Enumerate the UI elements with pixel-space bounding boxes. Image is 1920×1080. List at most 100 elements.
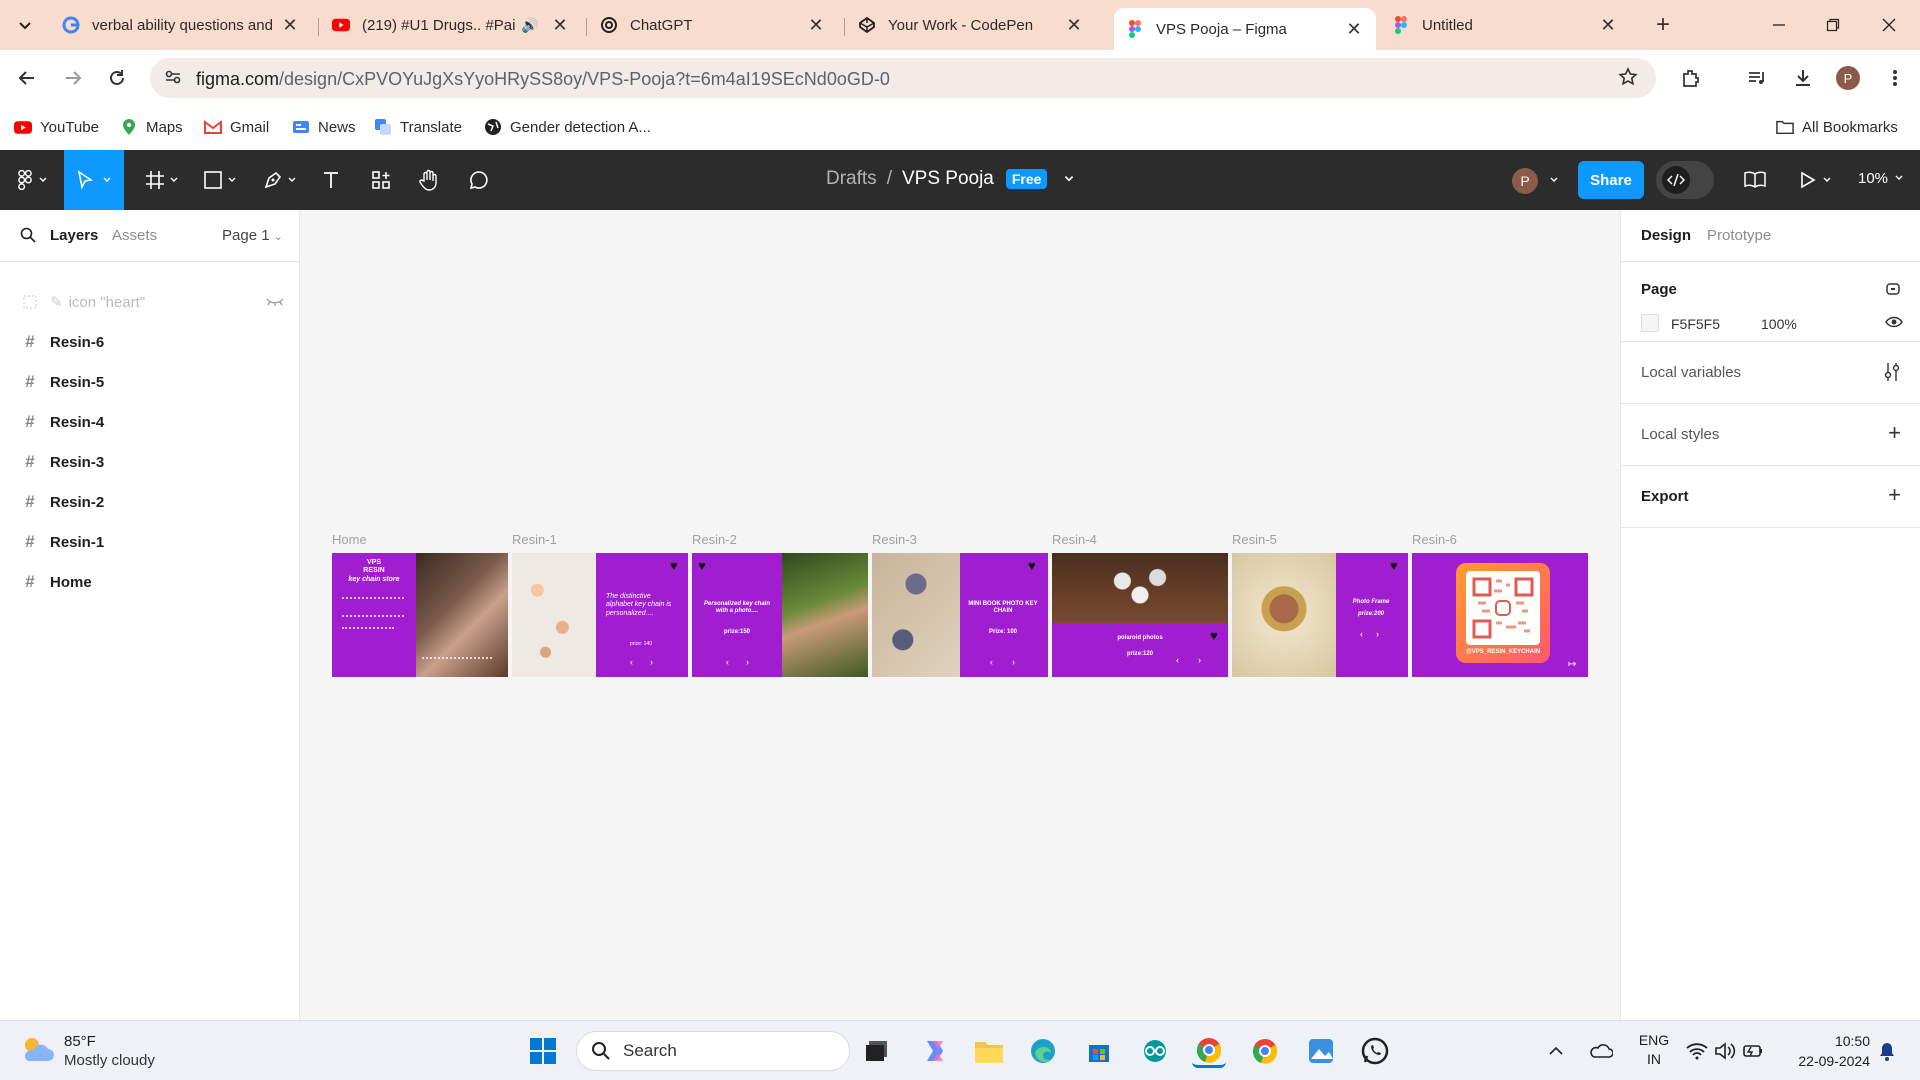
microsoft-store-icon[interactable] bbox=[1082, 1034, 1116, 1068]
page-styles-icon[interactable] bbox=[1883, 280, 1903, 298]
minimize-icon[interactable] bbox=[1764, 10, 1794, 40]
local-variables-section[interactable]: Local variables bbox=[1621, 342, 1920, 404]
breadcrumb-drafts[interactable]: Drafts bbox=[826, 168, 877, 190]
bookmark-youtube[interactable]: YouTube bbox=[14, 116, 99, 138]
volume-icon[interactable] bbox=[1712, 1034, 1738, 1068]
frame-label-resin-1[interactable]: Resin-1 bbox=[512, 532, 557, 547]
frame-resin-3[interactable]: ♥ MINI BOOK PHOTO KEY CHAIN Prize: 100 ‹… bbox=[872, 553, 1048, 677]
user-avatar[interactable]: P bbox=[1512, 168, 1538, 194]
battery-icon[interactable] bbox=[1740, 1034, 1766, 1068]
arrow-right-icon[interactable]: › bbox=[650, 657, 653, 667]
chrome-profile-p-icon[interactable] bbox=[1192, 1034, 1226, 1068]
comment-tool-button[interactable] bbox=[464, 160, 494, 200]
extensions-icon[interactable] bbox=[1676, 63, 1706, 93]
frame-resin-2[interactable]: ♥ Personalized key chain with a photo...… bbox=[692, 553, 868, 677]
present-button[interactable] bbox=[1796, 160, 1836, 200]
tab-verbal-ability[interactable]: verbal ability questions and ✕ bbox=[50, 8, 312, 42]
url-text[interactable]: figma.com/design/CxPVOYuJgXsYyoHRySS8oy/… bbox=[196, 69, 890, 90]
frame-resin-4[interactable]: ♥ polaroid photos prize:120 ‹ › bbox=[1052, 553, 1228, 677]
plus-icon[interactable]: + bbox=[1888, 484, 1901, 506]
close-icon[interactable]: ✕ bbox=[1598, 15, 1618, 35]
share-button[interactable]: Share bbox=[1578, 161, 1644, 199]
frame-label-resin-5[interactable]: Resin-5 bbox=[1232, 532, 1277, 547]
new-tab-button[interactable]: + bbox=[1650, 11, 1676, 38]
close-icon[interactable]: ✕ bbox=[550, 15, 570, 35]
heart-icon[interactable]: ♥ bbox=[1210, 629, 1218, 642]
resources-button[interactable] bbox=[366, 160, 396, 200]
pen-tool-button[interactable] bbox=[258, 160, 302, 200]
frame-home[interactable]: VPS RESIN key chain store bbox=[332, 553, 508, 677]
onedrive-icon[interactable] bbox=[1586, 1034, 1616, 1068]
close-icon[interactable]: ✕ bbox=[280, 15, 300, 35]
forward-icon[interactable] bbox=[58, 63, 88, 93]
tab-prototype[interactable]: Prototype bbox=[1707, 227, 1771, 244]
heart-icon[interactable]: ♥ bbox=[1390, 559, 1398, 572]
layer-resin-1[interactable]: # Resin-1 bbox=[0, 522, 300, 562]
photos-icon[interactable] bbox=[1304, 1034, 1338, 1068]
design-canvas[interactable]: Home Resin-1 Resin-2 Resin-3 Resin-4 Res… bbox=[300, 210, 1620, 1020]
tab-design[interactable]: Design bbox=[1641, 227, 1691, 244]
back-icon[interactable] bbox=[12, 63, 42, 93]
edge-icon[interactable] bbox=[1026, 1034, 1060, 1068]
layer-icon-heart[interactable]: ✎ icon "heart" bbox=[0, 282, 300, 322]
all-bookmarks[interactable]: All Bookmarks bbox=[1776, 116, 1898, 138]
layer-resin-2[interactable]: # Resin-2 bbox=[0, 482, 300, 522]
page-color-swatch[interactable] bbox=[1641, 314, 1659, 332]
reload-icon[interactable] bbox=[102, 63, 132, 93]
close-icon[interactable]: ✕ bbox=[806, 15, 826, 35]
multiplayer-menu[interactable] bbox=[1544, 160, 1564, 200]
show-hidden-icons[interactable] bbox=[1544, 1034, 1568, 1068]
bookmark-gmail[interactable]: Gmail bbox=[204, 116, 269, 138]
whatsapp-icon[interactable] bbox=[1358, 1034, 1392, 1068]
download-icon[interactable] bbox=[1788, 63, 1818, 93]
dev-mode-toggle[interactable] bbox=[1656, 161, 1714, 199]
exit-icon[interactable]: ↦ bbox=[1568, 659, 1576, 670]
arrow-left-icon[interactable]: ‹ bbox=[630, 657, 633, 667]
language-indicator[interactable]: ENG IN bbox=[1634, 1031, 1674, 1069]
file-name[interactable]: VPS Pooja bbox=[902, 168, 994, 190]
frame-label-resin-6[interactable]: Resin-6 bbox=[1412, 532, 1457, 547]
bookmark-maps[interactable]: Maps bbox=[120, 116, 183, 138]
frame-resin-1[interactable]: ♥ The distinctive alphabet key chain is … bbox=[512, 553, 688, 677]
arrow-left-icon[interactable]: ‹ bbox=[726, 657, 729, 667]
notification-bell-icon[interactable] bbox=[1872, 1034, 1902, 1068]
page-color-opacity[interactable]: 100% bbox=[1761, 316, 1797, 332]
media-control-icon[interactable] bbox=[1742, 63, 1772, 93]
close-icon[interactable]: ✕ bbox=[1064, 15, 1084, 35]
page-selector[interactable]: Page 1 ⌄ bbox=[222, 227, 283, 244]
bookmark-news[interactable]: News bbox=[292, 116, 356, 138]
more-menu-icon[interactable] bbox=[1880, 63, 1910, 93]
eye-icon[interactable] bbox=[1885, 316, 1903, 328]
arrow-left-icon[interactable]: ‹ bbox=[1176, 655, 1179, 665]
heart-icon[interactable]: ♥ bbox=[670, 559, 678, 572]
figma-main-menu[interactable] bbox=[12, 160, 54, 200]
bookmark-gender-detection[interactable]: Gender detection A... bbox=[484, 116, 651, 138]
local-styles-section[interactable]: Local styles + bbox=[1621, 404, 1920, 466]
arrow-right-icon[interactable]: › bbox=[1012, 657, 1015, 667]
task-view-icon[interactable] bbox=[860, 1034, 894, 1068]
arrow-left-icon[interactable]: ‹ bbox=[1360, 629, 1363, 639]
heart-icon[interactable]: ♥ bbox=[698, 559, 706, 572]
variables-icon[interactable] bbox=[1883, 362, 1901, 382]
frame-label-resin-2[interactable]: Resin-2 bbox=[692, 532, 737, 547]
file-explorer-icon[interactable] bbox=[972, 1034, 1006, 1068]
arrow-right-icon[interactable]: › bbox=[1198, 655, 1201, 665]
close-icon[interactable]: ✕ bbox=[1344, 19, 1364, 39]
tab-figma-vps-pooja[interactable]: VPS Pooja – Figma ✕ bbox=[1114, 8, 1376, 50]
start-button[interactable] bbox=[526, 1034, 560, 1068]
hand-tool-button[interactable] bbox=[414, 160, 444, 200]
arrow-left-icon[interactable]: ‹ bbox=[990, 657, 993, 667]
search-icon[interactable] bbox=[20, 227, 36, 243]
tab-youtube[interactable]: (219) #U1 Drugs.. #Pai 🔊 ✕ bbox=[320, 8, 582, 42]
plus-icon[interactable]: + bbox=[1888, 422, 1901, 444]
tab-figma-untitled[interactable]: Untitled ✕ bbox=[1380, 8, 1630, 42]
close-window-icon[interactable] bbox=[1874, 10, 1904, 40]
layer-resin-4[interactable]: # Resin-4 bbox=[0, 402, 300, 442]
shape-tool-button[interactable] bbox=[198, 160, 242, 200]
restore-icon[interactable] bbox=[1818, 10, 1848, 40]
layer-resin-3[interactable]: # Resin-3 bbox=[0, 442, 300, 482]
frame-tool-button[interactable] bbox=[140, 160, 184, 200]
taskbar-search[interactable]: Search bbox=[576, 1031, 850, 1071]
arrow-right-icon[interactable]: › bbox=[746, 657, 749, 667]
page-color-hex[interactable]: F5F5F5 bbox=[1671, 316, 1720, 332]
